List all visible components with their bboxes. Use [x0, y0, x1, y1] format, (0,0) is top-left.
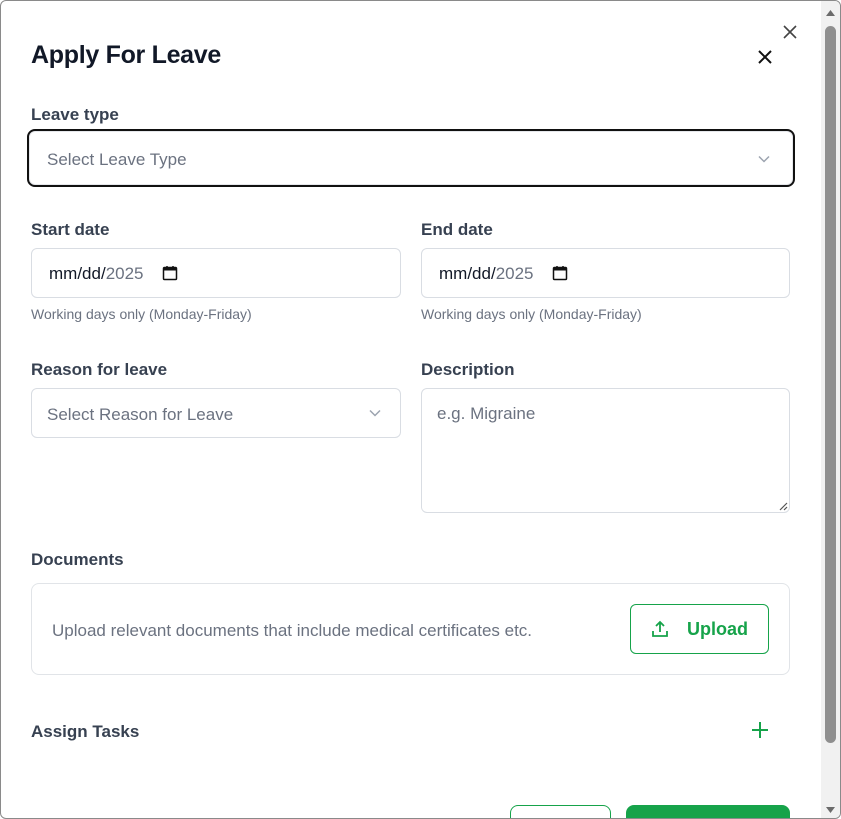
- start-date-hint: Working days only (Monday-Friday): [31, 306, 252, 322]
- cancel-button[interactable]: [510, 805, 611, 818]
- reason-label: Reason for leave: [31, 360, 168, 379]
- close-icon[interactable]: [779, 21, 801, 43]
- start-date-value: mm/dd/2025: [49, 264, 144, 283]
- calendar-icon[interactable]: [552, 265, 568, 281]
- upload-icon: [652, 620, 668, 637]
- upload-button[interactable]: Upload: [630, 604, 769, 654]
- submit-button[interactable]: [626, 805, 790, 818]
- end-date-value: mm/dd/2025: [439, 264, 534, 283]
- documents-dropzone: Upload relevant documents that include m…: [31, 583, 790, 675]
- close-button[interactable]: [753, 45, 777, 69]
- description-textarea[interactable]: e.g. Migraine: [421, 388, 790, 513]
- modal-dialog: Apply For Leave Leave type Select Leave …: [0, 0, 841, 819]
- leave-type-placeholder: Select Leave Type: [47, 150, 187, 169]
- end-date-label: End date: [421, 220, 493, 239]
- assign-tasks-label: Assign Tasks: [31, 722, 140, 741]
- description-placeholder: e.g. Migraine: [437, 404, 536, 423]
- documents-label: Documents: [31, 550, 124, 569]
- close-icon: [758, 50, 772, 64]
- scroll-thumb[interactable]: [825, 26, 836, 743]
- documents-description: Upload relevant documents that include m…: [52, 621, 533, 640]
- start-date-label: Start date: [31, 220, 110, 239]
- resize-handle-icon[interactable]: [778, 501, 788, 511]
- chevron-down-icon: [758, 155, 770, 163]
- scroll-down-arrow-icon[interactable]: [825, 806, 836, 814]
- scroll-up-arrow-icon[interactable]: [825, 9, 836, 17]
- plus-icon[interactable]: [749, 719, 771, 741]
- calendar-icon[interactable]: [162, 265, 178, 281]
- chevron-down-icon: [369, 409, 381, 417]
- end-date-input[interactable]: mm/dd/2025: [421, 248, 790, 298]
- end-date-hint: Working days only (Monday-Friday): [421, 306, 642, 322]
- reason-select[interactable]: Select Reason for Leave: [31, 388, 401, 438]
- upload-label: Upload: [687, 618, 748, 639]
- description-label: Description: [421, 360, 515, 379]
- scrollbar[interactable]: [821, 1, 840, 818]
- leave-type-label: Leave type: [31, 105, 119, 124]
- start-date-input[interactable]: mm/dd/2025: [31, 248, 401, 298]
- reason-placeholder: Select Reason for Leave: [47, 405, 234, 424]
- modal-title: Apply For Leave: [31, 41, 221, 69]
- leave-type-select[interactable]: Select Leave Type: [27, 129, 795, 187]
